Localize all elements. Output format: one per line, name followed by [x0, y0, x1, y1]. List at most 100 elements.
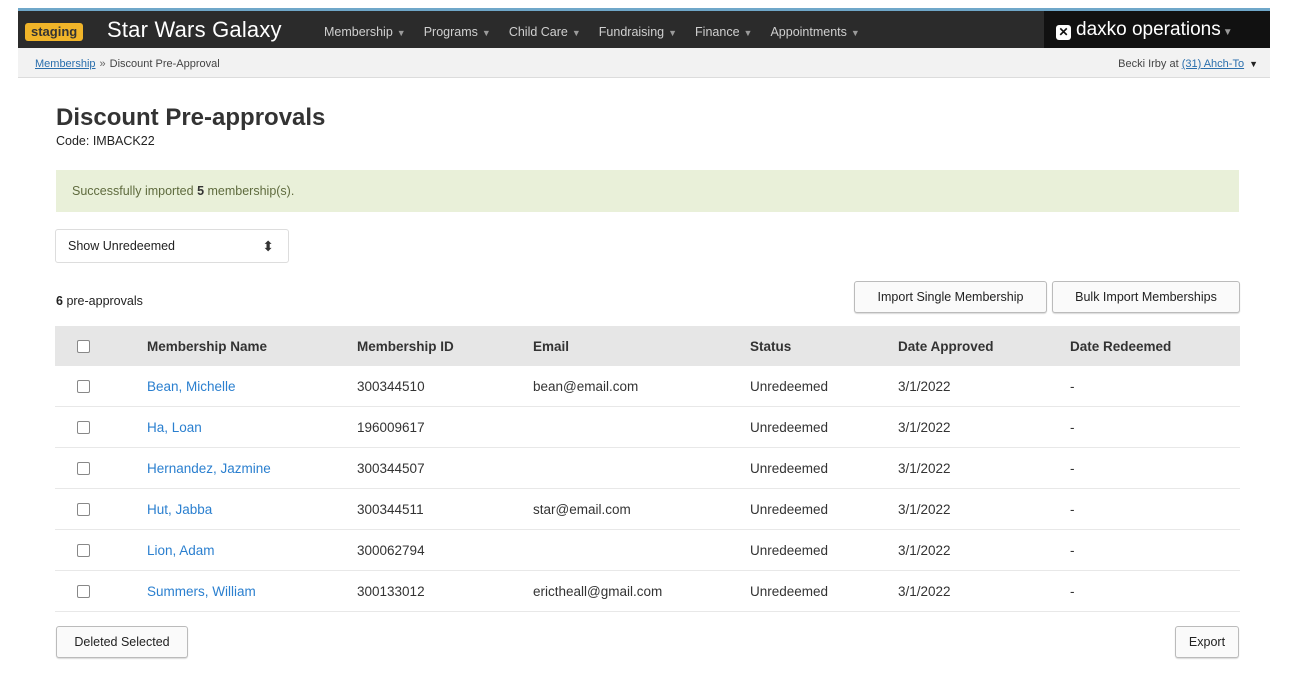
status-cell: Unredeemed	[750, 570, 898, 612]
chevron-down-icon: ▼	[481, 28, 491, 38]
table-row: Summers, William 300133012 erictheall@gm…	[55, 570, 1240, 612]
chevron-down-icon: ▼	[571, 28, 581, 38]
row-select-cell	[55, 447, 111, 489]
success-alert: Successfully imported 5 membership(s).	[56, 170, 1239, 212]
caret-down-icon: ▼	[1249, 59, 1258, 69]
breadcrumb-separator: »	[99, 58, 106, 70]
date-redeemed-cell: -	[1070, 406, 1240, 448]
chevron-down-icon: ▼	[396, 28, 406, 38]
menu-label: Finance	[695, 25, 740, 39]
row-select-cell	[55, 570, 111, 612]
row-select-cell	[55, 406, 111, 448]
menu-label: Programs	[423, 25, 478, 39]
email-cell: bean@email.com	[533, 366, 750, 407]
daxko-logo-icon: ✕	[1056, 25, 1071, 40]
count-number: 6	[56, 294, 63, 308]
table-row: Lion, Adam 300062794 Unredeemed 3/1/2022…	[55, 529, 1240, 571]
user-menu[interactable]: Becki Irby at (31) Ahch-To ▼	[1118, 58, 1258, 70]
user-name: Becki Irby at	[1118, 58, 1179, 70]
row-checkbox[interactable]	[76, 503, 90, 517]
email-cell	[533, 529, 750, 571]
date-approved-cell: 3/1/2022	[898, 488, 1070, 530]
row-checkbox[interactable]	[76, 462, 90, 476]
chevron-down-icon: ▼	[743, 28, 753, 38]
app-frame: staging Star Wars Galaxy Membership ▼ Pro…	[18, 8, 1270, 684]
page-title: Discount Pre-approvals	[56, 104, 326, 131]
header-membership-name: Membership Name	[111, 326, 357, 366]
select-updown-icon: ⬍	[262, 238, 274, 254]
row-checkbox[interactable]	[76, 585, 90, 599]
membership-name-cell: Ha, Loan	[111, 406, 357, 448]
alert-suffix: membership(s).	[207, 184, 295, 198]
breadcrumb-membership-link[interactable]: Membership	[35, 58, 96, 70]
membership-name-cell: Hut, Jabba	[111, 488, 357, 530]
membership-name-link[interactable]: Bean, Michelle	[147, 379, 236, 394]
status-cell: Unredeemed	[750, 529, 898, 571]
header-date-approved: Date Approved	[898, 326, 1070, 366]
membership-name-link[interactable]: Summers, William	[147, 584, 256, 599]
menu-membership[interactable]: Membership ▼	[324, 25, 406, 39]
import-single-button[interactable]: Import Single Membership	[854, 281, 1047, 313]
location-link[interactable]: (31) Ahch-To	[1182, 58, 1244, 70]
date-approved-cell: 3/1/2022	[898, 447, 1070, 489]
table-row: Hut, Jabba 300344511 star@email.com Unre…	[55, 488, 1240, 530]
date-approved-cell: 3/1/2022	[898, 570, 1070, 612]
select-all-cell	[55, 326, 111, 366]
membership-id-cell: 300062794	[357, 529, 533, 571]
email-cell	[533, 406, 750, 448]
delete-selected-button[interactable]: Deleted Selected	[56, 626, 188, 658]
membership-name-link[interactable]: Lion, Adam	[147, 543, 215, 558]
row-checkbox[interactable]	[76, 380, 90, 394]
row-checkbox[interactable]	[76, 544, 90, 558]
header-status: Status	[750, 326, 898, 366]
product-switcher[interactable]: ✕ daxko operations ▼	[1044, 11, 1270, 48]
membership-name-link[interactable]: Ha, Loan	[147, 420, 202, 435]
table-row: Ha, Loan 196009617 Unredeemed 3/1/2022 -	[55, 406, 1240, 448]
date-redeemed-cell: -	[1070, 366, 1240, 407]
membership-id-cell: 300133012	[357, 570, 533, 612]
membership-name-cell: Hernandez, Jazmine	[111, 447, 357, 489]
breadcrumb-current: Discount Pre-Approval	[109, 58, 220, 70]
count-label: pre-approvals	[66, 294, 143, 308]
status-cell: Unredeemed	[750, 488, 898, 530]
chevron-down-icon: ▼	[668, 28, 678, 38]
pre-approvals-table: Membership Name Membership ID Email Stat…	[55, 326, 1240, 612]
menu-label: Membership	[324, 25, 393, 39]
brand-title[interactable]: Star Wars Galaxy	[107, 17, 282, 43]
redemption-filter-select[interactable]: Show Unredeemed ⬍	[55, 229, 289, 263]
alert-prefix: Successfully imported	[72, 184, 194, 198]
header-date-redeemed: Date Redeemed	[1070, 326, 1240, 366]
menu-label: Fundraising	[598, 25, 665, 39]
menu-child-care[interactable]: Child Care ▼	[509, 25, 581, 39]
menu-label: Appointments	[770, 25, 847, 39]
status-cell: Unredeemed	[750, 406, 898, 448]
membership-name-cell: Lion, Adam	[111, 529, 357, 571]
membership-name-cell: Bean, Michelle	[111, 366, 357, 407]
membership-name-link[interactable]: Hut, Jabba	[147, 502, 212, 517]
email-cell: star@email.com	[533, 488, 750, 530]
header-membership-id: Membership ID	[357, 326, 533, 366]
alert-count: 5	[197, 184, 205, 198]
membership-name-link[interactable]: Hernandez, Jazmine	[147, 461, 271, 476]
menu-appointments[interactable]: Appointments ▼	[770, 25, 859, 39]
pre-approval-count: 6 pre-approvals	[56, 294, 143, 308]
row-checkbox[interactable]	[76, 421, 90, 435]
row-select-cell	[55, 366, 111, 407]
menu-label: Child Care	[508, 25, 568, 39]
membership-id-cell: 196009617	[357, 406, 533, 448]
status-cell: Unredeemed	[750, 447, 898, 489]
menu-finance[interactable]: Finance ▼	[695, 25, 752, 39]
date-approved-cell: 3/1/2022	[898, 406, 1070, 448]
table-row: Hernandez, Jazmine 300344507 Unredeemed …	[55, 447, 1240, 489]
breadcrumb: Membership» Discount Pre-Approval	[35, 58, 220, 70]
menu-programs[interactable]: Programs ▼	[424, 25, 491, 39]
status-cell: Unredeemed	[750, 366, 898, 407]
date-redeemed-cell: -	[1070, 529, 1240, 571]
filter-selected: Show Unredeemed	[68, 239, 176, 253]
bulk-import-button[interactable]: Bulk Import Memberships	[1052, 281, 1240, 313]
menu-fundraising[interactable]: Fundraising ▼	[599, 25, 677, 39]
breadcrumb-bar: Membership» Discount Pre-Approval Becki I…	[18, 48, 1270, 78]
select-all-checkbox[interactable]	[76, 340, 90, 354]
export-button[interactable]: Export	[1175, 626, 1239, 658]
membership-id-cell: 300344510	[357, 366, 533, 407]
